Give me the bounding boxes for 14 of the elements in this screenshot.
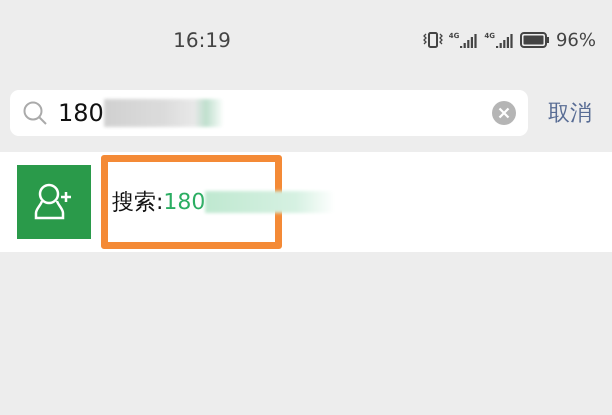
- add-contact-tile[interactable]: [17, 165, 91, 239]
- search-value: 180: [58, 99, 104, 127]
- clear-icon[interactable]: [492, 101, 516, 125]
- battery-percent: 96%: [556, 30, 596, 50]
- search-label: 搜索:: [112, 189, 164, 217]
- battery-icon: [520, 32, 550, 48]
- signal-icon: [460, 32, 478, 48]
- search-query[interactable]: 180: [163, 190, 206, 214]
- search-icon: [22, 100, 48, 126]
- cancel-button[interactable]: 取消: [548, 98, 592, 128]
- clock-time: 16:19: [172, 28, 232, 52]
- vibrate-icon: [422, 31, 443, 49]
- search-field[interactable]: 180: [10, 90, 528, 136]
- signal-icon: [496, 32, 514, 48]
